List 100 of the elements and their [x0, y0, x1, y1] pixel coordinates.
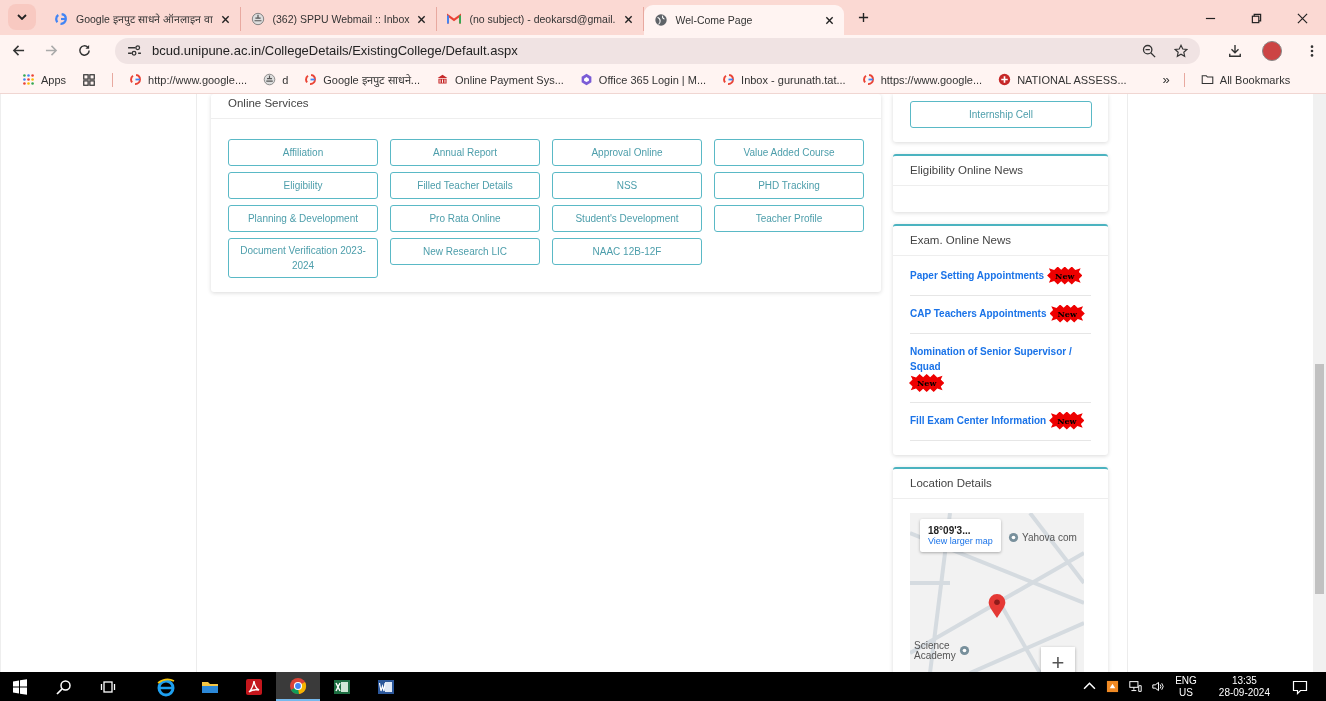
download-icon[interactable]: [1228, 43, 1242, 58]
g-logo-icon: [129, 73, 143, 86]
browser-tab[interactable]: Google इनपुट साधने ऑनलाइन वा: [44, 7, 241, 31]
e-logo-icon: [156, 676, 176, 697]
service-button[interactable]: PHD Tracking: [714, 172, 864, 199]
card-title: Exam. Online News: [893, 226, 1108, 256]
task-view-icon[interactable]: [100, 678, 116, 695]
tab-title: Wel-Come Page: [675, 14, 754, 26]
mail-icon: [447, 12, 462, 26]
bookmark[interactable]: https://www.google...: [861, 73, 983, 86]
menu-icon[interactable]: [1310, 43, 1314, 58]
taskbar-app[interactable]: [276, 672, 320, 701]
close-icon[interactable]: [1297, 13, 1308, 24]
more-bookmarks-button[interactable]: »: [1162, 72, 1170, 87]
pdf-app-icon: [244, 676, 264, 697]
profile-avatar[interactable]: [1262, 40, 1282, 61]
g-logo-icon: [861, 73, 875, 86]
new-tab-icon[interactable]: [857, 12, 869, 23]
browser-tab[interactable]: (362) SPPU Webmail :: Inbox: [240, 7, 438, 31]
network-icon[interactable]: [1129, 680, 1143, 693]
globe-icon: [653, 13, 668, 27]
close-icon[interactable]: [417, 14, 427, 24]
clock[interactable]: 13:35 28-09-2024: [1218, 674, 1270, 699]
scrollbar-thumb[interactable]: [1315, 364, 1324, 594]
g-logo-icon: [54, 12, 68, 26]
service-button[interactable]: Pro Rata Online: [390, 205, 540, 232]
service-button[interactable]: New Research LIC: [390, 238, 540, 265]
map-pin-icon: [987, 593, 1007, 619]
map-placeholder[interactable]: 18°09'3... View larger map Yahova com Science Academy +: [910, 513, 1084, 672]
restore-icon[interactable]: [1251, 13, 1262, 24]
bookmark[interactable]: Google इनपुट साधने...: [304, 72, 421, 87]
folder-icon: [1200, 73, 1214, 86]
service-button[interactable]: Annual Report: [390, 139, 540, 166]
windows-start-icon[interactable]: [12, 678, 28, 695]
bank-icon: [436, 73, 450, 86]
back-arrow-icon[interactable]: [12, 44, 25, 57]
apps-grid-icon: [22, 73, 35, 86]
place-marker-icon: [1008, 532, 1019, 543]
coordinates-text: 18°09'3...: [928, 525, 972, 536]
card-title: Online Services: [211, 94, 881, 119]
service-button[interactable]: Student's Development: [552, 205, 702, 232]
round-emblem-icon: [998, 73, 1012, 86]
all-bookmarks-button[interactable]: All Bookmarks: [1200, 73, 1291, 86]
tab-search-button[interactable]: [8, 4, 36, 30]
bookmark[interactable]: http://www.google....: [129, 73, 248, 86]
service-button[interactable]: Value Added Course: [714, 139, 864, 166]
app-tray-icon[interactable]: [1106, 680, 1120, 693]
service-button[interactable]: Approval Online: [552, 139, 702, 166]
place-label: Science Academy: [914, 641, 956, 661]
service-button[interactable]: NAAC 12B-12F: [552, 238, 702, 265]
tab-title: Google इनपुट साधने ऑनलाइन वा: [76, 12, 213, 26]
notifications-icon[interactable]: [1292, 678, 1308, 695]
g-logo-icon: [722, 73, 736, 86]
service-button[interactable]: Eligibility: [228, 172, 378, 199]
browser-tab[interactable]: Wel-Come Page: [643, 5, 844, 35]
news-link[interactable]: CAP Teachers Appointments: [910, 306, 1047, 321]
g-logo-icon: [304, 73, 318, 86]
view-larger-map-link[interactable]: View larger map: [928, 536, 993, 546]
url-text: bcud.unipune.ac.in/CollegeDetails/ExistingCollege/Default.aspx: [152, 43, 519, 58]
bookmark[interactable]: Apps: [22, 73, 67, 86]
seal-icon: [250, 12, 265, 26]
site-settings-icon[interactable]: [127, 45, 142, 56]
service-button[interactable]: Filled Teacher Details: [390, 172, 540, 199]
service-button[interactable]: Document Verification 2023-2024: [228, 238, 378, 278]
zoom-out-icon[interactable]: [1142, 43, 1156, 58]
seal-icon: [263, 73, 277, 86]
bookmark[interactable]: d: [263, 73, 289, 86]
bookmark[interactable]: Online Payment Sys...: [436, 73, 564, 86]
zoom-in-button[interactable]: +: [1041, 647, 1075, 672]
address-bar[interactable]: bcud.unipune.ac.in/CollegeDetails/ExistingCollege/Default.aspx: [115, 37, 1200, 64]
internship-cell-button[interactable]: Internship Cell: [910, 101, 1092, 128]
service-button[interactable]: Affiliation: [228, 139, 378, 166]
service-button[interactable]: Teacher Profile: [714, 205, 864, 232]
service-button[interactable]: Planning & Development: [228, 205, 378, 232]
browser-tab[interactable]: (no subject) - deokarsd@gmail.: [437, 7, 644, 31]
news-link[interactable]: Fill Exam Center Information: [910, 413, 1047, 428]
new-badge: New: [910, 376, 944, 390]
news-link[interactable]: Nomination of Senior Supervisor / Squad: [910, 344, 1091, 374]
star-icon[interactable]: [1174, 43, 1188, 58]
speaker-icon[interactable]: [1152, 680, 1166, 693]
bookmark[interactable]: NATIONAL ASSESS...: [998, 73, 1127, 86]
input-language-indicator[interactable]: ENG US: [1175, 674, 1197, 699]
bookmark[interactable]: Office 365 Login | M...: [579, 73, 707, 86]
search-icon[interactable]: [56, 678, 72, 695]
bookmark[interactable]: Inbox - gurunath.tat...: [722, 73, 846, 86]
card-title: Location Details: [893, 469, 1108, 499]
tab-title: (362) SPPU Webmail :: Inbox: [272, 13, 410, 25]
place-marker-icon: [959, 645, 970, 656]
scrollbar[interactable]: [1313, 94, 1326, 672]
close-icon[interactable]: [623, 14, 633, 24]
new-badge: New: [1050, 413, 1084, 428]
reload-icon[interactable]: [78, 44, 91, 57]
close-icon[interactable]: [824, 15, 834, 25]
close-icon[interactable]: [220, 14, 230, 24]
service-button[interactable]: NSS: [552, 172, 702, 199]
news-link[interactable]: Paper Setting Appointments: [910, 268, 1045, 283]
chrome-icon: [288, 675, 308, 696]
grid-icon[interactable]: [82, 72, 97, 87]
new-badge: New: [1050, 306, 1084, 321]
tab-title: (no subject) - deokarsd@gmail.: [469, 13, 616, 25]
